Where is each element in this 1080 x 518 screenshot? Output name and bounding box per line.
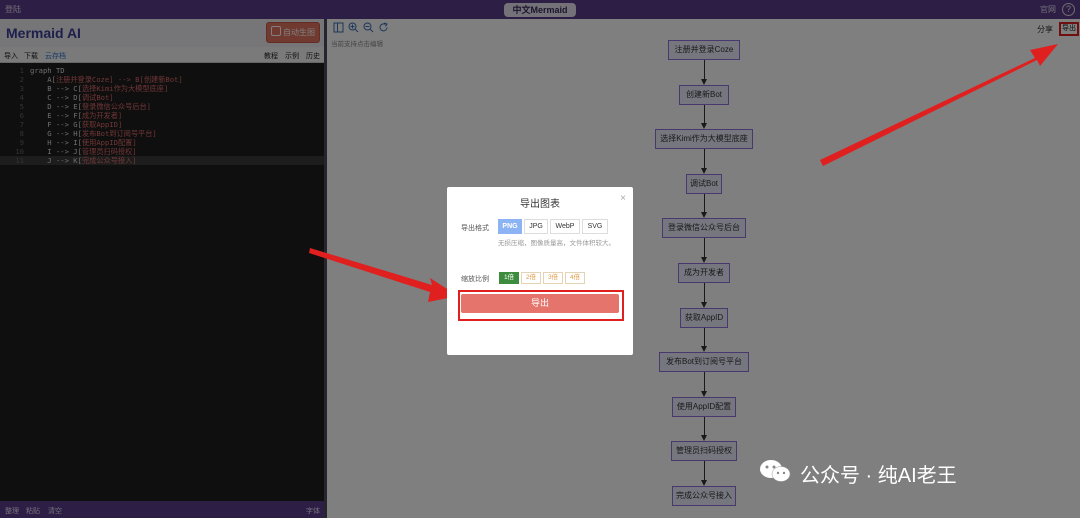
format-webp-option[interactable]: WebP — [550, 219, 580, 234]
close-icon[interactable]: × — [620, 193, 626, 204]
scale-2x-option[interactable]: 2倍 — [521, 272, 541, 284]
format-jpg-option[interactable]: JPG — [524, 219, 548, 234]
export-dialog: 导出图表 × 导出格式 PNG JPG WebP SVG 无损压缩，图像质量高，… — [447, 187, 633, 355]
scale-1x-option[interactable]: 1倍 — [499, 272, 519, 284]
format-png-option[interactable]: PNG — [498, 219, 522, 234]
format-description: 无损压缩，图像质量高，文件体积较大。 — [498, 240, 615, 247]
annotation-arrow-top — [820, 44, 1058, 166]
scale-4x-option[interactable]: 4倍 — [565, 272, 585, 284]
watermark: 公众号 · 纯AI老王 — [758, 457, 957, 491]
scale-3x-option[interactable]: 3倍 — [543, 272, 563, 284]
format-svg-option[interactable]: SVG — [582, 219, 608, 234]
watermark-text: 公众号 · 纯AI老王 — [800, 464, 957, 487]
wechat-icon — [758, 457, 792, 496]
export-button[interactable]: 导出 — [461, 294, 619, 313]
scale-label: 缩放比例 — [461, 276, 489, 283]
format-label: 导出格式 — [461, 225, 489, 232]
annotation-arrow-dialog — [309, 248, 458, 302]
dialog-title: 导出图表 — [520, 199, 560, 210]
